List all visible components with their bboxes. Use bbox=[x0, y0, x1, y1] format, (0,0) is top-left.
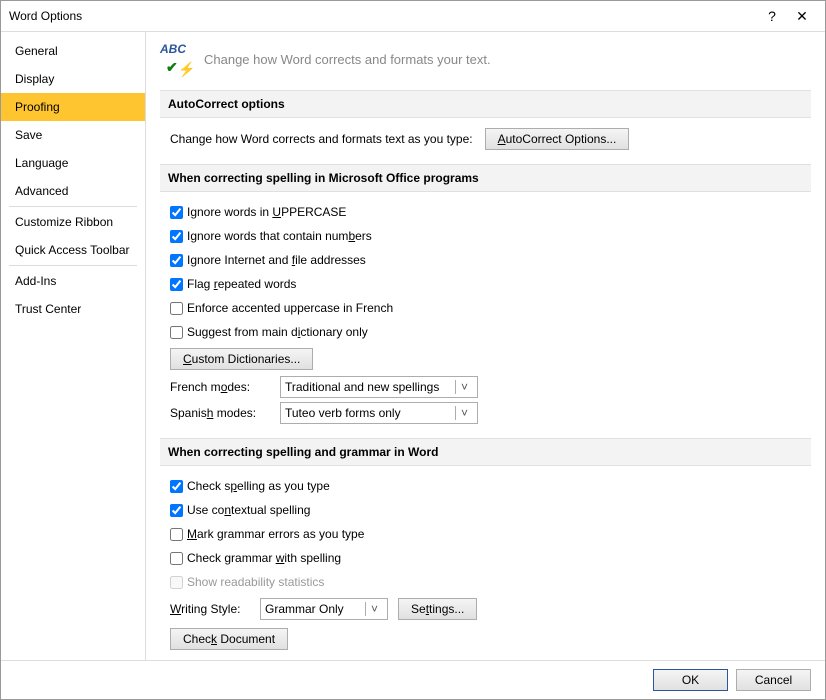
settings-button[interactable]: Settings... bbox=[398, 598, 477, 620]
sidebar-item-language[interactable]: Language bbox=[1, 149, 145, 177]
autocorrect-options-button[interactable]: AutoCorrect Options... bbox=[485, 128, 630, 150]
chk-contextual[interactable] bbox=[170, 504, 183, 517]
sidebar-item-trust-center[interactable]: Trust Center bbox=[1, 295, 145, 323]
section-autocorrect: AutoCorrect options bbox=[160, 90, 811, 118]
chk-ignore-internet[interactable] bbox=[170, 254, 183, 267]
chk-ignore-uppercase[interactable] bbox=[170, 206, 183, 219]
section-spelling-office: When correcting spelling in Microsoft Of… bbox=[160, 164, 811, 192]
sidebar: General Display Proofing Save Language A… bbox=[1, 32, 146, 660]
sidebar-item-advanced[interactable]: Advanced bbox=[1, 177, 145, 205]
section-spelling-word: When correcting spelling and grammar in … bbox=[160, 438, 811, 466]
french-modes-select[interactable]: Traditional and new spellings ˅ bbox=[280, 376, 478, 398]
word-options-dialog: Word Options ? ✕ General Display Proofin… bbox=[0, 0, 826, 700]
dialog-body: General Display Proofing Save Language A… bbox=[1, 31, 825, 660]
help-button[interactable]: ? bbox=[757, 8, 787, 24]
chk-grammar-spelling[interactable] bbox=[170, 552, 183, 565]
chevron-down-icon: ˅ bbox=[365, 602, 383, 616]
page-header: ABC✔⚡ Change how Word corrects and forma… bbox=[160, 42, 811, 76]
lbl-readability: Show readability statistics bbox=[187, 575, 324, 589]
writing-style-select[interactable]: Grammar Only ˅ bbox=[260, 598, 388, 620]
sidebar-separator bbox=[9, 265, 137, 266]
chk-spell-as-type[interactable] bbox=[170, 480, 183, 493]
lbl-enforce-accent: Enforce accented uppercase in French bbox=[187, 301, 393, 315]
sidebar-item-qat[interactable]: Quick Access Toolbar bbox=[1, 236, 145, 264]
autocorrect-desc: Change how Word corrects and formats tex… bbox=[170, 132, 473, 146]
sidebar-item-addins[interactable]: Add-Ins bbox=[1, 267, 145, 295]
sidebar-item-customize-ribbon[interactable]: Customize Ribbon bbox=[1, 208, 145, 236]
lbl-ignore-internet: Ignore Internet and file addresses bbox=[187, 253, 366, 267]
content-pane: ABC✔⚡ Change how Word corrects and forma… bbox=[146, 32, 825, 660]
chk-mark-grammar[interactable] bbox=[170, 528, 183, 541]
chevron-down-icon: ˅ bbox=[455, 406, 473, 420]
lbl-contextual: Use contextual spelling bbox=[187, 503, 310, 517]
sidebar-item-save[interactable]: Save bbox=[1, 121, 145, 149]
writing-style-label: Writing Style: bbox=[170, 602, 260, 616]
titlebar: Word Options ? ✕ bbox=[1, 1, 825, 31]
check-document-button[interactable]: Check Document bbox=[170, 628, 288, 650]
sidebar-item-display[interactable]: Display bbox=[1, 65, 145, 93]
lbl-spell-as-type: Check spelling as you type bbox=[187, 479, 330, 493]
chk-main-dict[interactable] bbox=[170, 326, 183, 339]
lbl-ignore-uppercase: Ignore words in UPPERCASE bbox=[187, 205, 346, 219]
page-subtitle: Change how Word corrects and formats you… bbox=[204, 52, 491, 67]
chk-enforce-accent[interactable] bbox=[170, 302, 183, 315]
lbl-main-dict: Suggest from main dictionary only bbox=[187, 325, 368, 339]
lbl-mark-grammar: Mark grammar errors as you type bbox=[187, 527, 364, 541]
dialog-footer: OK Cancel bbox=[1, 660, 825, 699]
chk-ignore-numbers[interactable] bbox=[170, 230, 183, 243]
cancel-button[interactable]: Cancel bbox=[736, 669, 811, 691]
chk-readability bbox=[170, 576, 183, 589]
chevron-down-icon: ˅ bbox=[455, 380, 473, 394]
lbl-flag-repeated: Flag repeated words bbox=[187, 277, 296, 291]
spanish-modes-label: Spanish modes: bbox=[170, 406, 280, 420]
sidebar-item-general[interactable]: General bbox=[1, 37, 145, 65]
lbl-ignore-numbers: Ignore words that contain numbers bbox=[187, 229, 372, 243]
close-button[interactable]: ✕ bbox=[787, 8, 817, 25]
custom-dictionaries-button[interactable]: Custom Dictionaries... bbox=[170, 348, 313, 370]
lbl-grammar-spelling: Check grammar with spelling bbox=[187, 551, 341, 565]
window-title: Word Options bbox=[9, 9, 757, 23]
sidebar-item-proofing[interactable]: Proofing bbox=[1, 93, 145, 121]
chk-flag-repeated[interactable] bbox=[170, 278, 183, 291]
ok-button[interactable]: OK bbox=[653, 669, 728, 691]
sidebar-separator bbox=[9, 206, 137, 207]
proofing-icon: ABC✔⚡ bbox=[160, 42, 194, 76]
french-modes-label: French modes: bbox=[170, 380, 280, 394]
spanish-modes-select[interactable]: Tuteo verb forms only ˅ bbox=[280, 402, 478, 424]
